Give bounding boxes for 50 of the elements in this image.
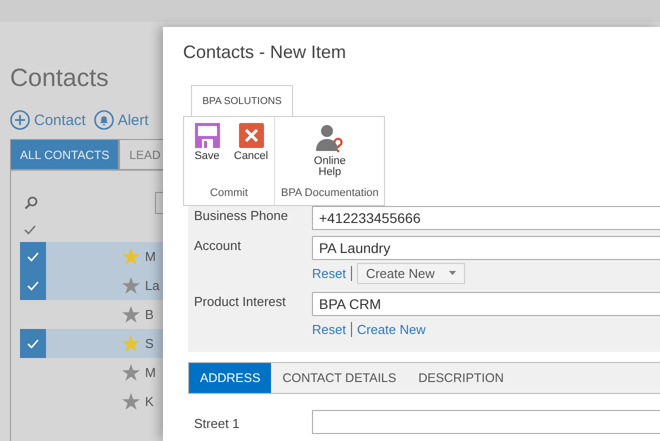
contact-name: K [145, 394, 154, 409]
check-icon [27, 338, 39, 348]
link[interactable]: Reset [312, 266, 346, 280]
input-field[interactable]: +412233455666 [312, 206, 660, 230]
page-title: Contacts [10, 64, 110, 94]
input-field[interactable]: BPA CRM [312, 292, 660, 316]
row-checkbox[interactable] [20, 271, 46, 300]
star-icon[interactable] [122, 306, 140, 323]
ribbon-button[interactable]: Online Help [308, 123, 352, 187]
caret-icon [448, 271, 456, 275]
input-field[interactable] [312, 410, 660, 434]
star-icon[interactable] [122, 248, 140, 265]
check-icon [24, 225, 36, 235]
star-icon[interactable] [122, 364, 140, 381]
check-icon [27, 280, 39, 290]
contact-name: M [145, 365, 156, 380]
field-label: Account [194, 237, 242, 255]
field-label: Product Interest [194, 293, 287, 311]
group-label: Commit [210, 187, 248, 201]
field-label: Business Phone [194, 207, 289, 225]
bell-icon [94, 110, 114, 130]
contact-name: La [145, 278, 160, 293]
link[interactable]: Create New [356, 322, 426, 336]
star-icon[interactable] [122, 335, 140, 352]
field-label: Street 1 [194, 414, 241, 430]
input-field[interactable]: PA Laundry [312, 236, 660, 260]
create-new-dropdown[interactable]: Create New [356, 262, 465, 284]
star-icon[interactable] [122, 277, 140, 294]
ribbon-tab[interactable]: BPA SOLUTIONS [191, 85, 293, 116]
cancel-icon [238, 123, 264, 148]
link[interactable]: Reset [312, 322, 346, 336]
form-tab[interactable]: CONTACT DETAILS [271, 363, 408, 393]
save-icon [194, 123, 220, 148]
contact-name: M [145, 249, 156, 264]
check-icon [27, 252, 39, 262]
dialog-title: Contacts - New Item [183, 42, 348, 64]
contact-name: S [145, 336, 154, 351]
group-label: BPA Documentation [281, 187, 379, 201]
star-icon[interactable] [122, 393, 140, 410]
row-checkbox[interactable] [20, 242, 46, 271]
row-checkbox[interactable] [20, 329, 46, 358]
form-tab[interactable]: ADDRESS [189, 363, 272, 393]
search-icon[interactable] [24, 196, 38, 210]
ribbon-button[interactable]: Cancel [234, 123, 268, 187]
list-tab[interactable]: ALL CONTACTS [10, 139, 120, 170]
ribbon-button[interactable]: Save [190, 123, 224, 187]
user-help-icon [314, 123, 345, 153]
plus-icon [10, 110, 30, 130]
contact-name: B [145, 307, 154, 322]
form-tab[interactable]: DESCRIPTION [407, 363, 515, 393]
